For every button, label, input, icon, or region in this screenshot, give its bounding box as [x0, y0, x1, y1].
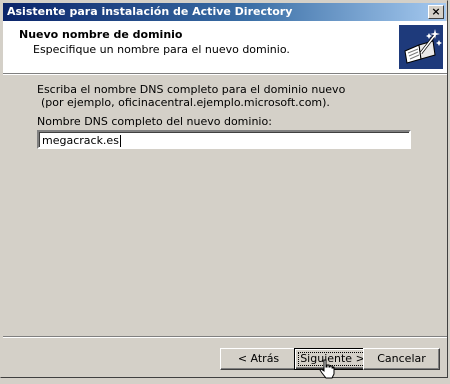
page-subtitle: Especifique un nombre para el nuevo domi…	[33, 43, 290, 56]
title-bar[interactable]: Asistente para instalación de Active Dir…	[3, 3, 446, 21]
dns-name-label: Nombre DNS completo del nuevo dominio:	[37, 115, 272, 128]
dns-name-value: megacrack.es	[42, 134, 119, 147]
active-directory-wizard-icon	[399, 25, 443, 69]
back-button[interactable]: < Atrás	[220, 348, 297, 370]
dns-name-input[interactable]: megacrack.es	[37, 130, 411, 149]
wizard-window: Asistente para instalación de Active Dir…	[0, 0, 448, 381]
text-caret	[119, 135, 121, 147]
cancel-button-label: Cancelar	[377, 352, 426, 365]
cancel-button[interactable]: Cancelar	[363, 348, 440, 370]
footer-divider-highlight	[3, 337, 447, 338]
mouse-pointer-icon	[319, 359, 335, 381]
close-icon: ×	[431, 5, 441, 18]
header-divider	[3, 74, 447, 75]
page-title: Nuevo nombre de dominio	[19, 28, 183, 41]
wizard-header: Nuevo nombre de dominio Especifique un n…	[3, 21, 447, 74]
close-button[interactable]: ×	[428, 5, 444, 19]
instruction-line-1: Escriba el nombre DNS completo para el d…	[37, 83, 346, 96]
instruction-line-2: (por ejemplo, oficinacentral.ejemplo.mic…	[41, 96, 330, 109]
window-title: Asistente para instalación de Active Dir…	[7, 5, 293, 18]
back-button-label: < Atrás	[237, 352, 280, 365]
